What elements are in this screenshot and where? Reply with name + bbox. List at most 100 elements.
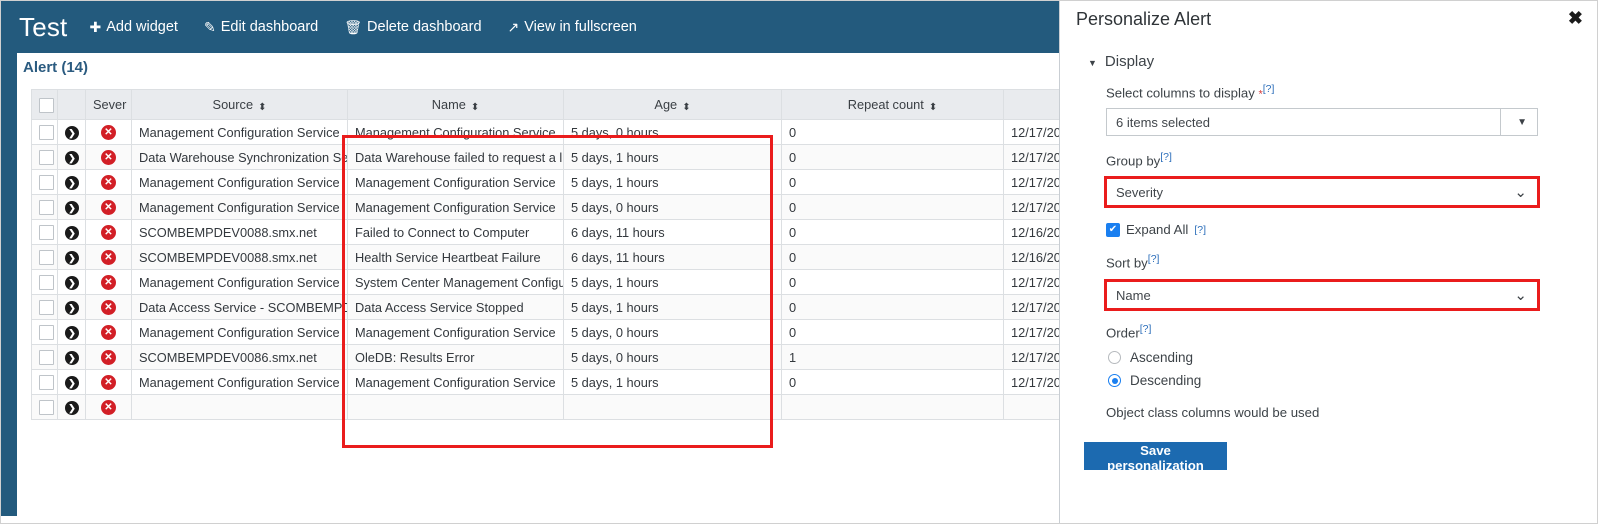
help-icon[interactable]: [?] [1160, 151, 1172, 163]
row-checkbox-cell[interactable] [31, 269, 58, 295]
help-icon[interactable]: [?] [1148, 253, 1160, 265]
expand-chevron-icon[interactable]: ❯ [65, 200, 79, 215]
expand-chevron-icon[interactable]: ❯ [65, 125, 79, 140]
expand-chevron-icon[interactable]: ❯ [65, 325, 79, 340]
row-expand-cell[interactable]: ❯ [57, 119, 86, 145]
row-checkbox[interactable] [39, 400, 54, 416]
name-header[interactable]: Name ⬍ [347, 89, 564, 120]
repeat-count-header[interactable]: Repeat count ⬍ [781, 89, 1004, 120]
order-option-descending[interactable]: Descending [1108, 373, 1201, 388]
row-checkbox[interactable] [39, 250, 54, 266]
row-expand-cell[interactable]: ❯ [57, 344, 86, 370]
row-checkbox[interactable] [39, 200, 54, 216]
close-icon[interactable]: ✖ [1568, 8, 1583, 29]
table-row[interactable]: ❯ ✕ Management Configuration Service Manage… [31, 319, 1059, 345]
pencil-square-icon: ✎ [203, 19, 216, 35]
expand-chevron-icon[interactable]: ❯ [65, 275, 79, 290]
row-checkbox[interactable] [39, 275, 54, 291]
row-checkbox[interactable] [39, 175, 54, 191]
table-row[interactable]: ❯ ✕ Management Configuration Service System… [31, 269, 1059, 295]
expand-all-row[interactable]: ✔ Expand All [?] [1106, 222, 1206, 237]
cell-repeat-count: 0 [781, 369, 1004, 395]
edit-dashboard-button[interactable]: ✎ Edit dashboard [204, 19, 318, 35]
view-fullscreen-button[interactable]: ↗ View in fullscreen [508, 19, 637, 35]
help-icon[interactable]: [?] [1140, 323, 1152, 335]
row-expand-cell[interactable]: ❯ [57, 169, 86, 195]
cell-source: Management Configuration Service [131, 119, 348, 145]
ascending-label: Ascending [1130, 350, 1194, 365]
expand-chevron-icon[interactable]: ❯ [65, 350, 79, 365]
row-expand-cell[interactable]: ❯ [57, 369, 86, 395]
help-icon[interactable]: [?] [1263, 83, 1275, 95]
select-columns-dropdown[interactable]: 6 items selected ▼ [1106, 108, 1538, 136]
row-expand-cell[interactable]: ❯ [57, 144, 86, 170]
table-row[interactable]: ❯ ✕ SCOMBEMPDEV0086.smx.net OleDB: Results … [31, 344, 1059, 370]
cell-repeat-count: 1 [781, 344, 1004, 370]
row-checkbox-cell[interactable] [31, 194, 58, 220]
table-row[interactable]: ❯ ✕ Management Configuration Service Manage… [31, 194, 1059, 220]
radio-descending[interactable] [1108, 374, 1121, 387]
group-by-dropdown[interactable]: Severity ⌄ [1106, 178, 1538, 206]
row-checkbox-cell[interactable] [31, 344, 58, 370]
row-checkbox-cell[interactable] [31, 319, 58, 345]
cell-source: Management Configuration Service [131, 269, 348, 295]
row-checkbox[interactable] [39, 300, 54, 316]
severity-header: Sever [85, 89, 132, 120]
add-widget-button[interactable]: ✚ Add widget [89, 19, 177, 35]
row-checkbox-cell[interactable] [31, 394, 58, 420]
row-checkbox[interactable] [39, 350, 54, 366]
alert-table-scroll[interactable]: Sever Source ⬍ Name ⬍ Age ⬍ Repeat count ⬍ [31, 89, 1059, 461]
age-header[interactable]: Age ⬍ [563, 89, 782, 120]
expand-chevron-icon[interactable]: ❯ [65, 375, 79, 390]
help-icon[interactable]: [?] [1194, 224, 1206, 236]
row-checkbox-cell[interactable] [31, 169, 58, 195]
row-checkbox-cell[interactable] [31, 119, 58, 145]
display-section-toggle[interactable]: ▼ Display [1088, 53, 1154, 70]
expand-chevron-icon[interactable]: ❯ [65, 175, 79, 190]
select-all-checkbox[interactable] [39, 97, 54, 113]
expand-chevron-icon[interactable]: ❯ [65, 250, 79, 265]
table-row[interactable]: ❯ ✕ SCOMBEMPDEV0088.smx.net Health Service … [31, 244, 1059, 270]
select-all-header[interactable] [31, 89, 58, 120]
table-row[interactable]: ❯ ✕ Management Configuration Service Manage… [31, 119, 1059, 145]
row-expand-cell[interactable]: ❯ [57, 394, 86, 420]
row-checkbox[interactable] [39, 225, 54, 241]
last-modified-header[interactable]: La [1003, 89, 1059, 120]
row-expand-cell[interactable]: ❯ [57, 319, 86, 345]
critical-severity-icon: ✕ [101, 200, 116, 216]
radio-ascending[interactable] [1108, 351, 1121, 364]
row-checkbox-cell[interactable] [31, 244, 58, 270]
header-row: Sever Source ⬍ Name ⬍ Age ⬍ Repeat count ⬍ [31, 89, 1059, 120]
row-checkbox-cell[interactable] [31, 294, 58, 320]
table-row[interactable]: ❯ ✕ Management Configuration Service Manage… [31, 169, 1059, 195]
expand-chevron-icon[interactable]: ❯ [65, 300, 79, 315]
row-expand-cell[interactable]: ❯ [57, 294, 86, 320]
row-expand-cell[interactable]: ❯ [57, 269, 86, 295]
delete-dashboard-button[interactable]: 🗑 Delete dashboard [344, 19, 481, 35]
row-checkbox[interactable] [39, 375, 54, 391]
row-severity-cell: ✕ [85, 219, 132, 245]
expand-chevron-icon[interactable]: ❯ [65, 400, 79, 415]
table-row[interactable]: ❯ ✕ Data Access Service - SCOMBEMPDE Data A… [31, 294, 1059, 320]
table-row[interactable]: ❯ ✕ SCOMBEMPDEV0088.smx.net Failed to Conne… [31, 219, 1059, 245]
save-personalization-button[interactable]: Save personalization [1084, 442, 1227, 473]
row-checkbox-cell[interactable] [31, 144, 58, 170]
row-checkbox-cell[interactable] [31, 369, 58, 395]
row-checkbox-cell[interactable] [31, 219, 58, 245]
cell-repeat-count: 0 [781, 294, 1004, 320]
table-row[interactable]: ❯ ✕ [31, 394, 1059, 420]
table-row[interactable]: ❯ ✕ Management Configuration Service Manage… [31, 369, 1059, 395]
source-header[interactable]: Source ⬍ [131, 89, 348, 120]
row-expand-cell[interactable]: ❯ [57, 219, 86, 245]
sort-by-dropdown[interactable]: Name ⌄ [1106, 281, 1538, 309]
expand-all-checkbox[interactable]: ✔ [1106, 222, 1120, 237]
expand-chevron-icon[interactable]: ❯ [65, 150, 79, 165]
table-row[interactable]: ❯ ✕ Data Warehouse Synchronization Se Data … [31, 144, 1059, 170]
row-checkbox[interactable] [39, 125, 54, 141]
expand-chevron-icon[interactable]: ❯ [65, 225, 79, 240]
row-checkbox[interactable] [39, 325, 54, 341]
row-checkbox[interactable] [39, 150, 54, 166]
row-expand-cell[interactable]: ❯ [57, 194, 86, 220]
order-option-ascending[interactable]: Ascending [1108, 350, 1193, 365]
row-expand-cell[interactable]: ❯ [57, 244, 86, 270]
